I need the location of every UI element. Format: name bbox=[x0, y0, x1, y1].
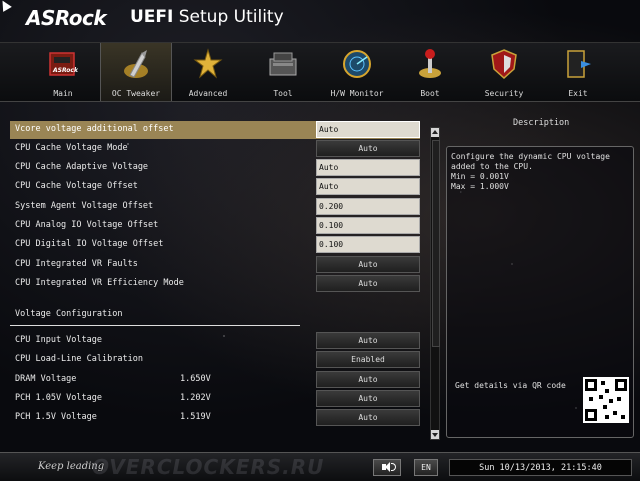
asrock-logo: ASRock bbox=[26, 6, 107, 30]
dram-voltage-reading: 1.650V bbox=[180, 374, 211, 384]
description-title: Description bbox=[513, 118, 570, 128]
setting-label: System Agent Voltage Offset bbox=[15, 201, 154, 211]
cpu-input-voltage-select[interactable]: Auto bbox=[316, 332, 420, 349]
setting-row-system-agent-offset[interactable]: System Agent Voltage Offset 0.200 bbox=[10, 198, 420, 216]
setting-row-pch-105v[interactable]: PCH 1.05V Voltage 1.202V Auto bbox=[10, 390, 420, 408]
qr-label: Get details via QR code bbox=[455, 381, 566, 390]
setting-row-digital-io-offset[interactable]: CPU Digital IO Voltage Offset 0.100 bbox=[10, 236, 420, 254]
qr-code-icon[interactable] bbox=[583, 377, 629, 423]
tab-security[interactable]: Security bbox=[469, 43, 539, 101]
setting-label: CPU Digital IO Voltage Offset bbox=[15, 239, 164, 249]
description-text: Configure the dynamic CPU voltage added … bbox=[451, 152, 610, 191]
setting-row-cache-voltage-mode[interactable]: CPU Cache Voltage Mode Auto bbox=[10, 140, 420, 158]
app-title: UEFI Setup Utility bbox=[130, 7, 284, 27]
setup-utility-label: Setup Utility bbox=[178, 7, 284, 27]
setting-row-load-line[interactable]: CPU Load-Line Calibration Enabled bbox=[10, 351, 420, 369]
setting-label: PCH 1.5V Voltage bbox=[15, 412, 97, 422]
tab-main-label: Main bbox=[53, 89, 73, 98]
cache-voltage-offset-input[interactable]: Auto bbox=[316, 178, 420, 195]
tab-oc-tweaker-label: OC Tweaker bbox=[111, 89, 161, 98]
footer-bar: Keep leading OVERCLOCKERS.RU EN Sun 10/1… bbox=[0, 452, 640, 481]
main-tab-bar: ASRock Main OC Tweaker Advanced Tool H/W… bbox=[0, 42, 640, 102]
setting-label: DRAM Voltage bbox=[15, 374, 77, 384]
section-divider bbox=[10, 325, 300, 326]
main-icon: ASRock bbox=[49, 52, 78, 76]
pch-105v-select[interactable]: Auto bbox=[316, 390, 420, 407]
scroll-down-icon[interactable] bbox=[431, 430, 439, 439]
vcore-offset-input[interactable]: Auto bbox=[316, 121, 420, 138]
shield-icon bbox=[491, 49, 517, 80]
joystick-icon bbox=[419, 49, 441, 78]
settings-list: Vcore voltage additional offset Auto CPU… bbox=[0, 118, 428, 438]
language-button[interactable]: EN bbox=[414, 459, 438, 476]
setting-row-cache-adaptive-voltage[interactable]: CPU Cache Adaptive Voltage Auto bbox=[10, 159, 420, 177]
setting-label: CPU Load-Line Calibration bbox=[15, 354, 143, 364]
datetime-display: Sun 10/13/2013, 21:15:40 bbox=[449, 459, 632, 476]
tab-hw-monitor-label: H/W Monitor bbox=[330, 89, 384, 98]
setting-label: CPU Cache Voltage Mode bbox=[15, 143, 128, 153]
load-line-select[interactable]: Enabled bbox=[316, 351, 420, 368]
cache-adaptive-voltage-input[interactable]: Auto bbox=[316, 159, 420, 176]
analog-io-offset-input[interactable]: 0.100 bbox=[316, 217, 420, 234]
vr-efficiency-select[interactable]: Auto bbox=[316, 275, 420, 292]
rocket-icon bbox=[124, 50, 148, 78]
tab-advanced[interactable]: Advanced bbox=[173, 43, 243, 101]
tab-hw-monitor[interactable]: H/W Monitor bbox=[322, 43, 392, 101]
radar-icon bbox=[343, 50, 371, 78]
digital-io-offset-input[interactable]: 0.100 bbox=[316, 236, 420, 253]
tab-main[interactable]: ASRock Main bbox=[28, 43, 98, 101]
section-title: Voltage Configuration bbox=[15, 309, 123, 319]
setting-label: CPU Cache Adaptive Voltage bbox=[15, 162, 149, 172]
system-agent-offset-input[interactable]: 0.200 bbox=[316, 198, 420, 215]
watermark: OVERCLOCKERS.RU bbox=[92, 455, 325, 479]
setting-row-vr-efficiency[interactable]: CPU Integrated VR Efficiency Mode Auto bbox=[10, 275, 420, 293]
volume-button[interactable] bbox=[373, 459, 401, 476]
setting-label: CPU Integrated VR Faults bbox=[15, 259, 138, 269]
pch-105v-reading: 1.202V bbox=[180, 393, 211, 403]
cache-voltage-mode-select[interactable]: Auto bbox=[316, 140, 420, 157]
tab-exit[interactable]: Exit bbox=[543, 43, 613, 101]
settings-scrollbar[interactable] bbox=[430, 127, 440, 440]
setting-label: CPU Cache Voltage Offset bbox=[15, 181, 138, 191]
svg-text:ASRock: ASRock bbox=[52, 67, 78, 74]
setting-label: CPU Analog IO Voltage Offset bbox=[15, 220, 159, 230]
pch-15v-select[interactable]: Auto bbox=[316, 409, 420, 426]
tab-tool[interactable]: Tool bbox=[248, 43, 318, 101]
star-icon bbox=[193, 48, 223, 79]
setting-label: CPU Integrated VR Efficiency Mode bbox=[15, 278, 184, 288]
setting-row-dram-voltage[interactable]: DRAM Voltage 1.650V Auto bbox=[10, 371, 420, 389]
tab-boot-label: Boot bbox=[420, 89, 440, 98]
tab-tool-label: Tool bbox=[273, 89, 293, 98]
setting-row-cache-voltage-offset[interactable]: CPU Cache Voltage Offset Auto bbox=[10, 178, 420, 196]
tab-advanced-label: Advanced bbox=[188, 89, 228, 98]
tab-oc-tweaker[interactable]: OC Tweaker bbox=[100, 43, 172, 101]
setting-row-vr-faults[interactable]: CPU Integrated VR Faults Auto bbox=[10, 256, 420, 274]
setting-label: Vcore voltage additional offset bbox=[15, 124, 174, 134]
pch-15v-reading: 1.519V bbox=[180, 412, 211, 422]
scroll-up-icon[interactable] bbox=[431, 128, 439, 137]
tab-exit-label: Exit bbox=[568, 89, 588, 98]
vr-faults-select[interactable]: Auto bbox=[316, 256, 420, 273]
setting-row-pch-15v[interactable]: PCH 1.5V Voltage 1.519V Auto bbox=[10, 409, 420, 427]
dram-voltage-select[interactable]: Auto bbox=[316, 371, 420, 388]
uefi-label: UEFI bbox=[130, 7, 174, 27]
setting-row-cpu-input-voltage[interactable]: CPU Input Voltage Auto bbox=[10, 332, 420, 350]
tab-boot[interactable]: Boot bbox=[395, 43, 465, 101]
setting-label: PCH 1.05V Voltage bbox=[15, 393, 102, 403]
tab-security-label: Security bbox=[484, 89, 524, 98]
exit-door-icon bbox=[567, 50, 591, 78]
description-panel: Configure the dynamic CPU voltage added … bbox=[446, 146, 634, 438]
scrollbar-thumb[interactable] bbox=[432, 140, 440, 347]
setting-row-analog-io-offset[interactable]: CPU Analog IO Voltage Offset 0.100 bbox=[10, 217, 420, 235]
setting-row-vcore-offset[interactable]: Vcore voltage additional offset Auto bbox=[10, 121, 420, 139]
setting-label: CPU Input Voltage bbox=[15, 335, 102, 345]
toolbox-icon bbox=[269, 52, 297, 76]
